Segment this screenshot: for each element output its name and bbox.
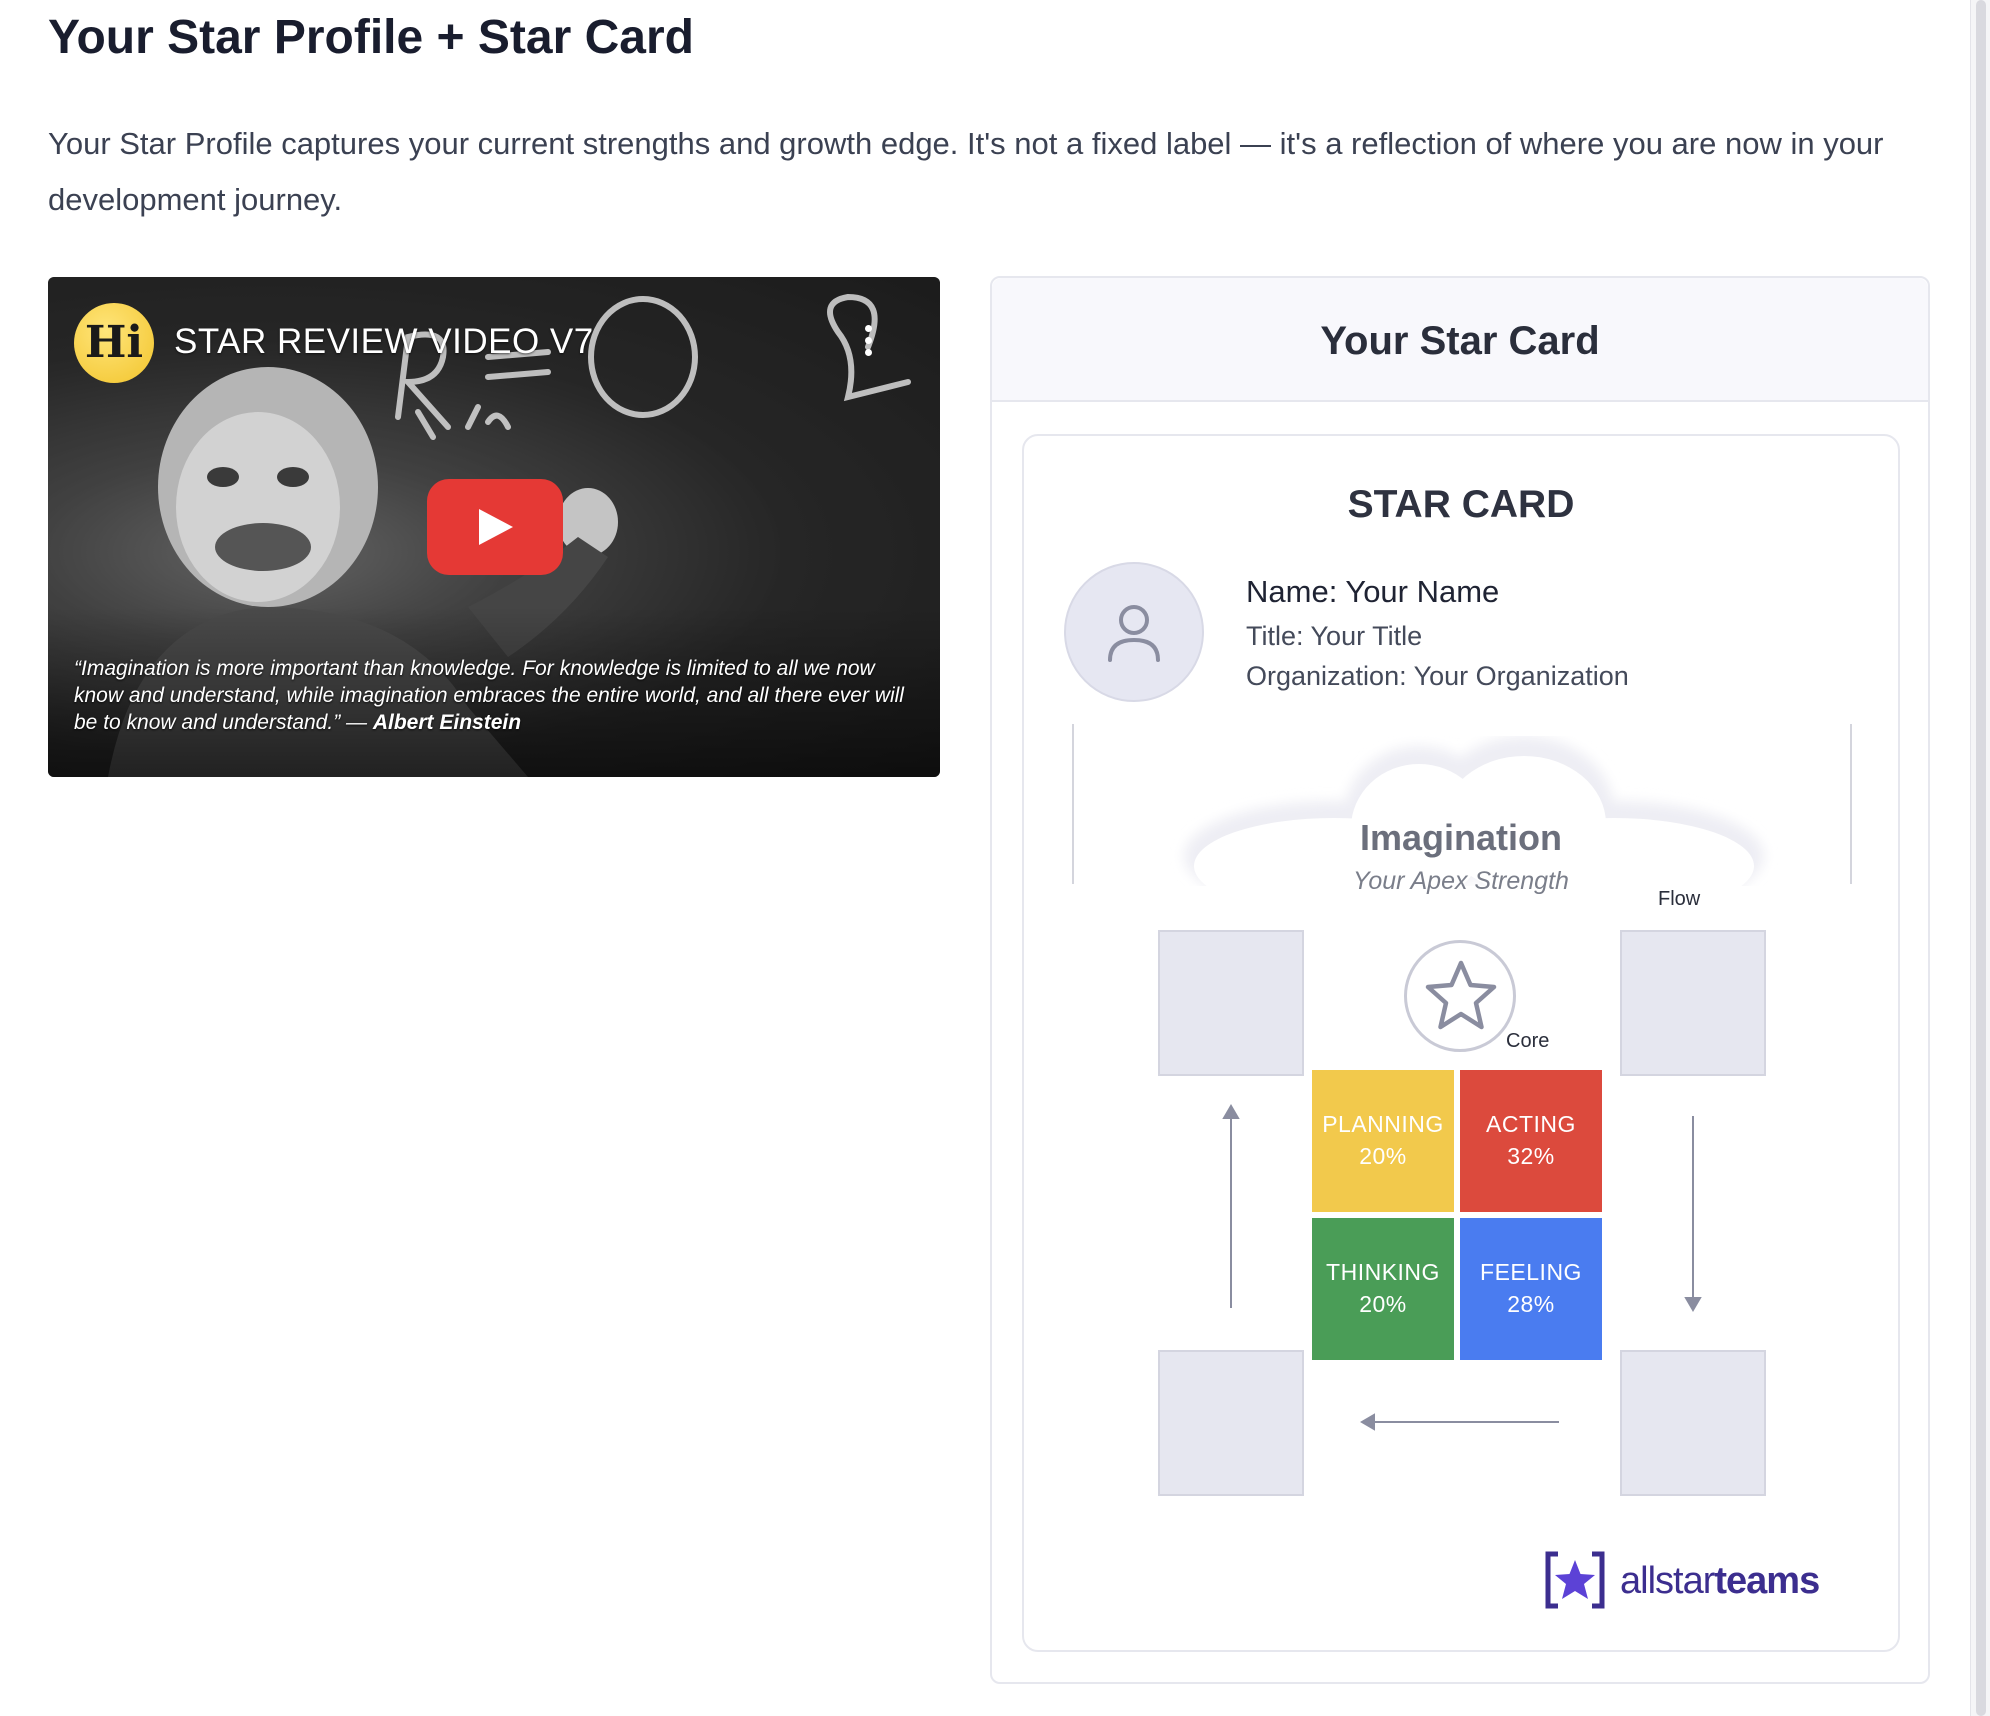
star-card: STAR CARD Name: Your Name Title: Your Ti… <box>1022 434 1900 1652</box>
flow-arrows <box>1222 1104 1702 1431</box>
arrow-up-head-icon <box>1222 1104 1240 1119</box>
page-scrollbar[interactable] <box>1970 0 1990 1716</box>
video-quote: “Imagination is more important than know… <box>74 655 914 736</box>
allstarteams-wordmark: allstarteams <box>1620 1556 1820 1606</box>
youtube-play-icon[interactable] <box>427 479 563 575</box>
allstarteams-star-logo-icon <box>1545 1551 1605 1609</box>
video-title[interactable]: STAR REVIEW VIDEO V7 <box>174 317 594 367</box>
video-player[interactable]: Hi STAR REVIEW VIDEO V7 “Imagination is … <box>48 277 940 777</box>
page-title: Your Star Profile + Star Card <box>48 11 694 64</box>
star-card-panel-header: Your Star Card <box>992 278 1928 402</box>
more-vertical-icon[interactable] <box>858 325 878 365</box>
page-scrollbar-thumb[interactable] <box>1976 0 1986 1716</box>
star-card-panel: Your Star Card STAR CARD Name: Your Name… <box>990 276 1930 1684</box>
star-card-panel-title: Your Star Card <box>1320 319 1600 363</box>
channel-logo[interactable]: Hi <box>74 303 154 383</box>
arrow-left-head-icon <box>1360 1413 1375 1431</box>
arrow-down-head-icon <box>1684 1297 1702 1312</box>
video-quote-author: Albert Einstein <box>372 711 522 734</box>
page-intro: Your Star Profile captures your current … <box>48 126 1884 217</box>
brand-name-bold: teams <box>1714 1560 1820 1602</box>
brand-name-light: allstar <box>1620 1560 1715 1602</box>
